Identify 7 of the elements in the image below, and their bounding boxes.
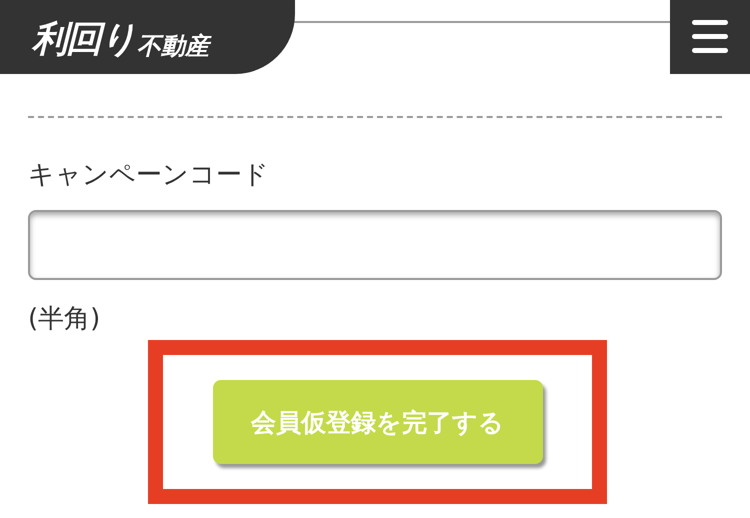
logo-text: 利回り: [32, 22, 135, 58]
logo[interactable]: 利回り不動産: [0, 0, 295, 74]
campaign-code-field[interactable]: [28, 210, 722, 280]
field-label: キャンペーンコード: [28, 159, 270, 192]
field-note: (半角): [28, 303, 102, 336]
menu-button[interactable]: [670, 0, 750, 74]
menu-icon: [691, 18, 729, 56]
